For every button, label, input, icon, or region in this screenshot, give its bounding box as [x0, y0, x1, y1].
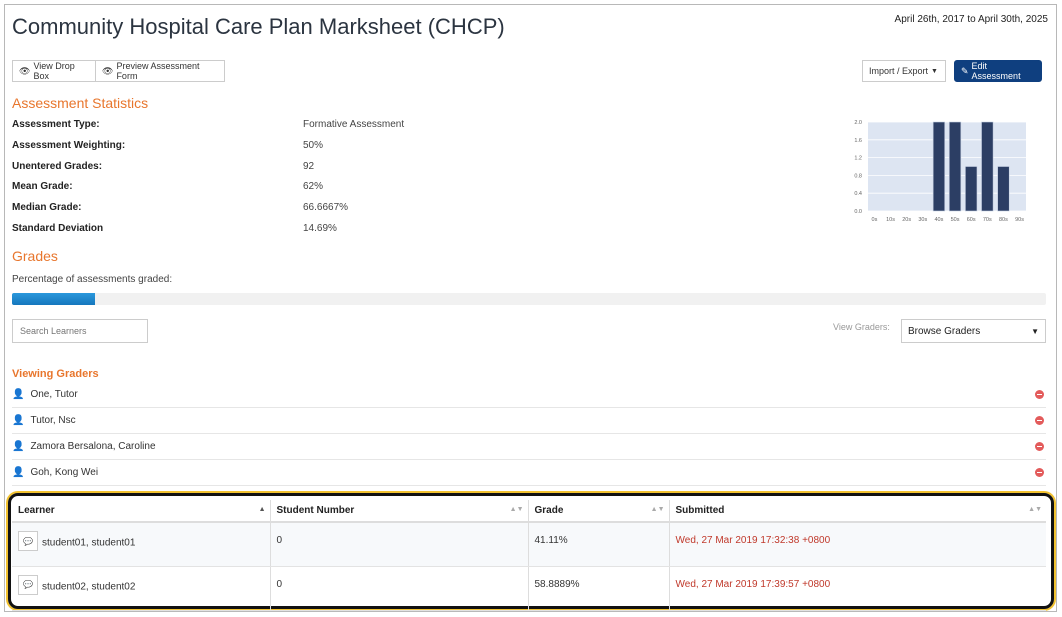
learner-cell: 💬 student01, student01 [12, 522, 271, 567]
chart-bar [932, 121, 946, 212]
x-tick-label: 10s [886, 217, 895, 223]
stat-label: Mean Grade: [12, 181, 73, 193]
user-icon: 👤 [12, 441, 25, 452]
stat-label: Assessment Type: [12, 119, 100, 130]
y-tick-label: 0.4 [854, 191, 862, 197]
stat-value: 66.6667% [303, 202, 349, 214]
y-tick-label: 1.2 [854, 156, 862, 162]
comment-icon[interactable]: 💬 [18, 531, 38, 551]
stat-label: Standard Deviation [12, 223, 104, 234]
import-export-button[interactable]: Import / Export ▼ [862, 60, 946, 82]
chart-bar [981, 121, 994, 212]
sort-icon: ▲▼ [650, 506, 665, 513]
sort-asc-icon: ▲ [258, 506, 266, 513]
stat-label: Assessment Weighting: [12, 139, 126, 151]
statistics-heading: Assessment Statistics [12, 95, 149, 111]
grade-cell[interactable]: 58.8889% [528, 566, 670, 611]
stat-label: Unentered Grades: [12, 160, 103, 172]
remove-icon[interactable] [1035, 442, 1044, 451]
x-tick-label: 20s [902, 217, 911, 223]
x-tick-label: 0s [872, 217, 878, 223]
chart-bar [997, 166, 1010, 212]
caret-down-icon: ▼ [931, 67, 938, 75]
user-icon: 👤 [12, 389, 25, 400]
stat-value: 14.69% [303, 223, 337, 234]
x-tick-label: 50s [951, 217, 960, 223]
x-tick-label: 60s [967, 217, 976, 223]
grade-distribution-chart: 2.0 1.6 1.2 0.8 0.4 0.0 0s 10s 20s 30s 40s 50s 60s 70… [854, 120, 1026, 223]
stat-value: 50% [303, 139, 324, 151]
page-title: Community Hospital Care Plan Marksheet (… [12, 14, 505, 39]
chart-bar [948, 121, 962, 212]
x-tick-label: 80s [999, 217, 1008, 223]
grade-cell[interactable]: 41.11% [528, 522, 670, 567]
graded-progress-fill [12, 293, 95, 305]
column-header-student-number[interactable]: Student Number ▲▼ [270, 500, 529, 523]
table-row[interactable]: 💬 student01, student01 0 41.11% Wed, 27 M… [12, 522, 1046, 567]
view-drop-box-button[interactable]: 👁 View Drop Box [12, 60, 96, 82]
preview-assessment-form-button[interactable]: 👁 Preview Assessment Form [95, 60, 225, 82]
eye-icon: 👁 [102, 65, 114, 76]
grades-heading: Grades [12, 248, 58, 264]
eye-icon: 👁 [19, 65, 31, 76]
submitted-cell: Wed, 27 Mar 2019 17:39:57 +0800 [669, 566, 1046, 611]
browse-graders-select[interactable]: Browse Graders ▼ [901, 319, 1046, 343]
comment-icon[interactable]: 💬 [18, 574, 38, 595]
column-header-submitted[interactable]: Submitted ▲▼ [669, 500, 1046, 523]
viewing-graders-heading: Viewing Graders [12, 368, 99, 380]
remove-icon[interactable] [1035, 416, 1044, 425]
pencil-icon: ✎ [961, 65, 969, 76]
caret-down-icon: ▼ [1031, 326, 1039, 336]
x-tick-label: 90s [1015, 217, 1024, 223]
column-header-learner[interactable]: Learner ▲ [12, 500, 271, 523]
percentage-graded-label: Percentage of assessments graded: [12, 274, 173, 285]
grader-item: 👤 Zamora Bersalona, Caroline [12, 434, 1046, 460]
graded-progress-bar [12, 293, 1046, 305]
column-header-grade[interactable]: Grade ▲▼ [528, 500, 670, 523]
x-tick-label: 70s [983, 217, 992, 223]
submitted-cell: Wed, 27 Mar 2019 17:32:38 +0800 [669, 522, 1046, 567]
grader-item: 👤 One, Tutor [12, 382, 1046, 408]
remove-icon[interactable] [1035, 390, 1044, 399]
grader-item: 👤 Goh, Kong Wei [12, 460, 1046, 486]
stat-value: 62% [303, 181, 324, 193]
stat-value: 92 [303, 160, 315, 172]
learners-table: Learner ▲ Student Number ▲▼ Grade ▲▼ Submit… [12, 500, 1046, 611]
remove-icon[interactable] [1035, 468, 1044, 477]
table-row[interactable]: 💬 student02, student02 0 58.8889% Wed, 27… [12, 566, 1046, 611]
stat-label: Median Grade: [12, 202, 82, 214]
edit-assessment-button[interactable]: ✎ Edit Assessment [954, 60, 1042, 82]
x-tick-label: 30s [918, 217, 927, 223]
y-tick-label: 1.6 [854, 138, 862, 144]
grader-item: 👤 Tutor, Nsc [12, 408, 1046, 434]
stat-value: Formative Assessment [303, 119, 405, 130]
view-graders-label: View Graders: [833, 322, 890, 332]
search-learners-input[interactable] [12, 319, 148, 343]
user-icon: 👤 [12, 467, 25, 478]
y-tick-label: 0.8 [854, 173, 862, 179]
x-tick-label: 40s [935, 217, 944, 223]
student-number-cell: 0 [270, 522, 529, 567]
date-range: April 26th, 2017 to April 30th, 2025 [894, 14, 1048, 25]
sort-icon: ▲▼ [1028, 506, 1042, 513]
student-number-cell: 0 [270, 566, 529, 611]
y-tick-label: 0.0 [854, 209, 862, 215]
learner-cell: 💬 student02, student02 [12, 566, 271, 611]
sort-icon: ▲▼ [509, 506, 524, 513]
user-icon: 👤 [12, 415, 25, 426]
chart-bar [965, 166, 978, 212]
y-tick-label: 2.0 [854, 120, 862, 126]
